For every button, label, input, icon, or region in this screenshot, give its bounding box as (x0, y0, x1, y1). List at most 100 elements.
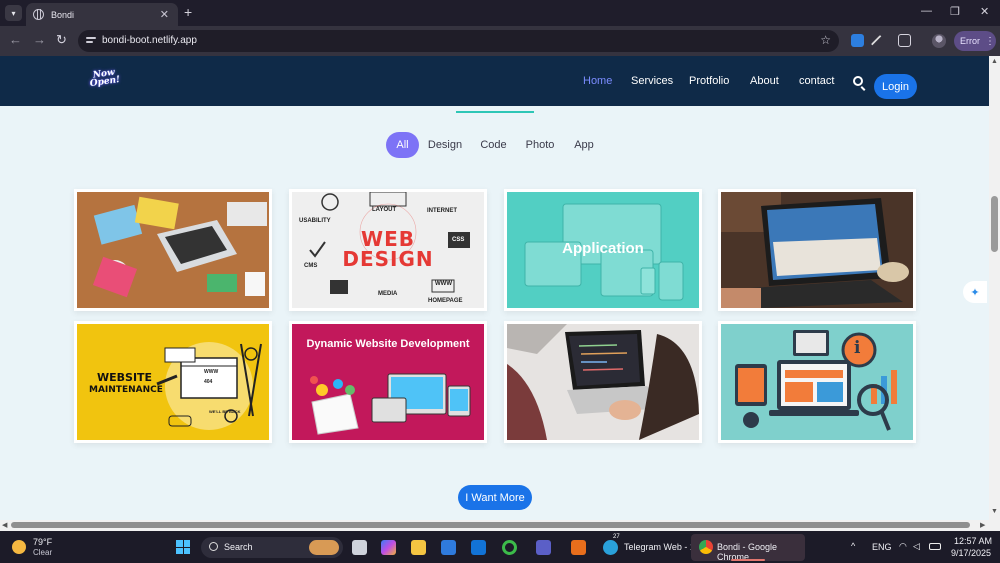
word-css: CSS (452, 237, 465, 243)
website-maintenance-image: WEBSITE MAINTENANCE WWW 404 WE'LL BE BAC… (77, 324, 269, 440)
weather-temp[interactable]: 79°F (33, 537, 52, 547)
url-text: bondi-boot.netlify.app (102, 35, 197, 46)
battery-icon[interactable] (929, 543, 941, 550)
profile-error-button[interactable]: Error ⋮ (954, 31, 996, 51)
analytics-devices-image: i (721, 324, 913, 440)
search-highlight-icon (309, 540, 339, 555)
portfolio-card-analytics[interactable]: i (718, 321, 916, 443)
nav-services[interactable]: Services (631, 75, 673, 87)
word-www: WWW (435, 281, 452, 287)
chrome-taskbar-label: Bondi - Google Chrome (717, 542, 778, 562)
copilot-icon[interactable] (381, 540, 396, 555)
filter-code[interactable]: Code (476, 132, 511, 158)
clock-date[interactable]: 9/17/2025 (951, 548, 991, 558)
weather-moon-icon[interactable] (12, 540, 26, 554)
vertical-scrollbar[interactable]: ▲ ▼ (989, 56, 1000, 520)
site-settings-icon[interactable] (86, 35, 98, 47)
horizontal-scrollbar[interactable]: ◀ ▶ (0, 520, 1000, 531)
profile-avatar[interactable] (932, 34, 946, 48)
filter-app[interactable]: App (569, 132, 599, 158)
filter-design[interactable]: Design (424, 132, 466, 158)
taskbar-search-placeholder: Search (224, 542, 253, 552)
vertical-scroll-thumb[interactable] (991, 196, 998, 252)
outlook-icon[interactable] (471, 540, 486, 555)
search-icon[interactable] (853, 76, 863, 86)
web-design-image: USABILITY LAYOUT INTERNET CSS CMS MEDIA … (292, 192, 484, 308)
microsoft-store-icon[interactable] (441, 540, 456, 555)
extension-download-icon[interactable] (851, 34, 864, 47)
telegram-taskbar-label[interactable]: Telegram Web - 12 (624, 542, 700, 552)
horizontal-scroll-thumb[interactable] (11, 522, 970, 528)
taskbar-search-box[interactable]: Search (201, 537, 343, 558)
windows-taskbar: 79°F Clear Search 27 Telegram Web - 12 B… (0, 531, 1000, 563)
tab-title: Bondi (51, 9, 75, 20)
eyedropper-icon[interactable] (870, 34, 883, 47)
word-usability: USABILITY (299, 218, 331, 224)
scroll-up-arrow-icon[interactable]: ▲ (991, 58, 998, 65)
clock-time[interactable]: 12:57 AM (954, 536, 992, 546)
portfolio-card-dynamic-web[interactable]: Dynamic Website Development (289, 321, 487, 443)
word-internet: INTERNET (427, 208, 457, 214)
portfolio-card-application[interactable]: Application (504, 189, 702, 311)
tab-search-menu-icon[interactable]: ▾ (5, 5, 22, 21)
office-desk-image (77, 192, 269, 308)
restore-button[interactable]: ❐ (950, 5, 960, 18)
reload-button[interactable]: ↻ (56, 32, 67, 48)
new-tab-button[interactable]: + (184, 4, 192, 20)
nav-portfolio[interactable]: Protfolio (689, 75, 729, 87)
portfolio-card-laptop[interactable] (718, 189, 916, 311)
language-indicator[interactable]: ENG (872, 542, 892, 552)
portfolio-card-office[interactable] (74, 189, 272, 311)
tab-close-icon[interactable]: ✕ (160, 8, 169, 21)
forward-button[interactable]: → (33, 32, 46, 47)
back-button[interactable]: ← (9, 32, 22, 47)
portfolio-card-coding[interactable] (504, 321, 702, 443)
minimize-button[interactable]: — (921, 5, 932, 17)
close-window-button[interactable]: ✕ (980, 5, 989, 18)
xampp-icon[interactable] (571, 540, 586, 555)
app-ring-icon[interactable] (502, 540, 517, 555)
browser-toolbar: ← → ↻ bondi-boot.netlify.app ☆ Error ⋮ (0, 26, 1000, 56)
tray-chevron-icon[interactable]: ^ (851, 541, 855, 551)
address-bar[interactable]: bondi-boot.netlify.app ☆ (78, 30, 839, 52)
filter-all[interactable]: All (386, 132, 419, 158)
section-divider (456, 111, 534, 113)
bookmark-star-icon[interactable]: ☆ (820, 33, 831, 47)
task-view-icon[interactable] (352, 540, 367, 555)
volume-icon[interactable]: ◁ (913, 541, 920, 552)
file-explorer-icon[interactable] (411, 540, 426, 555)
nav-home[interactable]: Home (583, 75, 612, 87)
windows-start-icon[interactable] (176, 540, 190, 554)
scroll-right-arrow-icon[interactable]: ▶ (980, 521, 985, 529)
word-media: MEDIA (378, 291, 398, 297)
wifi-icon[interactable]: ◠ (899, 541, 907, 552)
teams-icon[interactable] (536, 540, 551, 555)
nav-about[interactable]: About (750, 75, 779, 87)
site-header: Now Open! Home Services Protfolio About … (0, 56, 989, 106)
dynamic-website-title: Dynamic Website Development (306, 338, 470, 350)
application-image: Application (507, 192, 699, 308)
floating-side-widget[interactable]: ✦ (963, 281, 987, 303)
browser-tab-bondi[interactable]: Bondi ✕ (26, 3, 178, 26)
filter-photo[interactable]: Photo (522, 132, 558, 158)
more-options-icon: ⋮ (985, 35, 995, 47)
word-cms: CMS (304, 263, 318, 269)
weather-desc: Clear (33, 548, 53, 557)
telegram-icon[interactable] (603, 540, 618, 555)
i-want-more-button[interactable]: I Want More (458, 485, 532, 510)
chrome-taskbar-button[interactable]: Bondi - Google Chrome (691, 534, 805, 562)
telegram-badge: 27 (613, 534, 620, 540)
browser-tab-bar: ▾ Bondi ✕ + — ❐ ✕ (0, 0, 1000, 26)
scroll-left-arrow-icon[interactable]: ◀ (2, 521, 7, 529)
maintenance-title-line1: WEBSITE (97, 371, 153, 384)
error-label: Error (960, 36, 980, 46)
scroll-down-arrow-icon[interactable]: ▼ (991, 508, 998, 515)
extensions-puzzle-icon[interactable] (898, 34, 911, 47)
page-viewport: Now Open! Home Services Protfolio About … (0, 56, 989, 520)
portfolio-card-maintenance[interactable]: WEBSITE MAINTENANCE WWW 404 WE'LL BE BAC… (74, 321, 272, 443)
portfolio-card-web-design[interactable]: USABILITY LAYOUT INTERNET CSS CMS MEDIA … (289, 189, 487, 311)
site-logo[interactable]: Now Open! (81, 67, 130, 97)
globe-icon (33, 9, 44, 20)
nav-contact[interactable]: contact (799, 75, 834, 87)
login-button[interactable]: Login (874, 74, 917, 99)
